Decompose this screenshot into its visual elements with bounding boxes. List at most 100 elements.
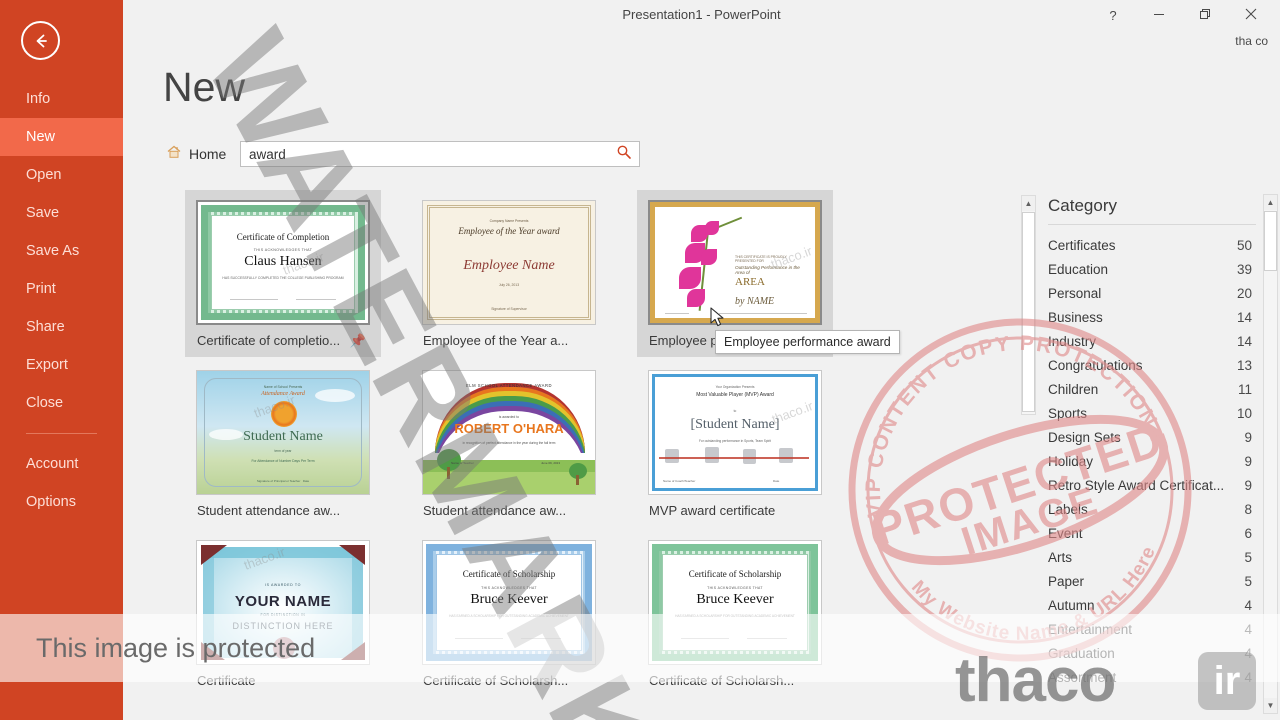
sidebar-item-account[interactable]: Account [0, 445, 123, 483]
template-thumbnail[interactable]: Company Name Presents Employee of the Ye… [422, 200, 596, 325]
scroll-up-arrow-icon[interactable]: ▲ [1022, 196, 1035, 211]
template-label-row: Certificate of Scholarsh... [422, 665, 596, 697]
category-count: 5 [1244, 573, 1252, 589]
template-thumbnail[interactable]: Certificate of Completion THIS ACKNOWLED… [196, 200, 370, 325]
search-button[interactable] [609, 142, 639, 166]
category-count: 5 [1244, 549, 1252, 565]
template-search-box[interactable] [240, 141, 640, 167]
category-item-personal[interactable]: Personal 20 [1040, 281, 1264, 305]
template-card-employee-of-the-year[interactable]: Company Name Presents Employee of the Ye… [411, 190, 607, 357]
sidebar-item-label: Options [26, 494, 76, 510]
question-mark-icon: ? [1109, 7, 1117, 23]
sidebar-item-save-as[interactable]: Save As [0, 232, 123, 270]
category-item-sports[interactable]: Sports 10 [1040, 401, 1264, 425]
scrollbar-thumb[interactable] [1022, 212, 1035, 412]
sidebar-item-save[interactable]: Save [0, 194, 123, 232]
category-item-business[interactable]: Business 14 [1040, 305, 1264, 329]
category-item-event[interactable]: Event 6 [1040, 521, 1264, 545]
sidebar-item-new[interactable]: New [0, 118, 123, 156]
sidebar-item-share[interactable]: Share [0, 308, 123, 346]
template-label: MVP award certificate [649, 503, 776, 518]
close-button[interactable] [1228, 0, 1274, 30]
sidebar-item-print[interactable]: Print [0, 270, 123, 308]
sidebar-item-export[interactable]: Export [0, 346, 123, 384]
template-label: Student attendance aw... [197, 503, 341, 518]
category-item-design-sets[interactable]: Design Sets 9 [1040, 425, 1264, 449]
minimize-button[interactable] [1136, 0, 1182, 30]
thumb-subtext: Your Organization Presents [715, 385, 755, 389]
certificate-art-sky-student: Name of School Presents Attendance Award… [197, 371, 369, 494]
category-label: Congratulations [1048, 357, 1143, 373]
template-label-row: Student attendance aw... [196, 495, 370, 527]
category-count: 14 [1236, 333, 1252, 349]
template-thumbnail[interactable]: Certificate of Scholarship THIS ACKNOWLE… [648, 540, 822, 665]
scrollbar-thumb[interactable] [1264, 211, 1277, 271]
sidebar-item-info[interactable]: Info [0, 80, 123, 118]
category-count: 50 [1236, 237, 1252, 253]
certificate-art-teal-yourname: IS AWARDED TO YOUR NAME FOR DISTINCTION … [197, 541, 369, 664]
category-label: Industry [1048, 333, 1097, 349]
category-item-assortment[interactable]: Assortment 4 [1040, 665, 1264, 689]
category-item-entertainment[interactable]: Entertainment 4 [1040, 617, 1264, 641]
search-input[interactable] [241, 146, 609, 162]
thumb-body: HAS SUCCESSFULLY COMPLETED THE COLLEGE P… [222, 276, 344, 280]
thumb-subtext: THIS ACKNOWLEDGES THAT [481, 586, 537, 590]
sidebar-item-label: Export [26, 357, 68, 373]
template-card-certificate-of-scholarship-green[interactable]: Certificate of Scholarship THIS ACKNOWLE… [637, 530, 833, 697]
sidebar-item-close[interactable]: Close [0, 384, 123, 422]
template-card-student-attendance-rainbow[interactable]: ELM SCHOOL ATTENDANCE AWARD is awarded t… [411, 360, 607, 527]
thumb-name: AREA [735, 276, 765, 288]
sidebar-item-options[interactable]: Options [0, 483, 123, 521]
pin-icon[interactable]: 📌 [350, 325, 366, 357]
thumb-subtext: THIS CERTIFICATE IS PROUDLY PRESENTED FO… [735, 255, 787, 263]
category-item-congratulations[interactable]: Congratulations 13 [1040, 353, 1264, 377]
thumb-body: DISTINCTION HERE [232, 621, 334, 631]
template-grid-scrollbar[interactable]: ▲ [1021, 195, 1036, 415]
close-icon [1245, 8, 1257, 23]
category-label: Event [1048, 525, 1083, 541]
template-card-certificate-of-scholarship-blue[interactable]: Certificate of Scholarship THIS ACKNOWLE… [411, 530, 607, 697]
template-thumbnail[interactable]: IS AWARDED TO YOUR NAME FOR DISTINCTION … [196, 540, 370, 665]
category-item-retro-style-award-certificates[interactable]: Retro Style Award Certificat... 9 [1040, 473, 1264, 497]
category-item-arts[interactable]: Arts 5 [1040, 545, 1264, 569]
template-card-student-attendance-sky[interactable]: Name of School Presents Attendance Award… [185, 360, 381, 527]
certificate-art-blue-scholarship: Certificate of Scholarship THIS ACKNOWLE… [423, 541, 595, 664]
template-card-certificate-of-completion[interactable]: Certificate of Completion THIS ACKNOWLED… [185, 190, 381, 357]
category-item-autumn[interactable]: Autumn 4 [1040, 593, 1264, 617]
category-item-certificates[interactable]: Certificates 50 [1040, 233, 1264, 257]
restore-button[interactable] [1182, 0, 1228, 30]
sidebar-item-label: New [26, 129, 56, 145]
template-card-certificate[interactable]: IS AWARDED TO YOUR NAME FOR DISTINCTION … [185, 530, 381, 697]
category-item-industry[interactable]: Industry 14 [1040, 329, 1264, 353]
help-button[interactable]: ? [1090, 0, 1136, 30]
category-panel-scrollbar[interactable]: ▲ ▼ [1263, 194, 1278, 714]
thumb-body: For Attendance of Number Days Per Term [251, 459, 315, 463]
category-item-labels[interactable]: Labels 8 [1040, 497, 1264, 521]
thumb-name: Student Name [243, 429, 323, 444]
sidebar-item-open[interactable]: Open [0, 156, 123, 194]
template-thumbnail[interactable]: ELM SCHOOL ATTENDANCE AWARD is awarded t… [422, 370, 596, 495]
back-button[interactable] [21, 21, 60, 60]
home-icon [166, 144, 182, 163]
home-link[interactable]: Home [166, 144, 226, 163]
template-thumbnail[interactable]: Name of School Presents Attendance Award… [196, 370, 370, 495]
category-item-children[interactable]: Children 11 [1040, 377, 1264, 401]
certificate-art-green-completion: Certificate of Completion THIS ACKNOWLED… [198, 202, 368, 323]
thumb-heading: ELM SCHOOL ATTENDANCE AWARD [465, 383, 553, 388]
scroll-up-arrow-icon[interactable]: ▲ [1264, 195, 1277, 210]
template-thumbnail[interactable]: THIS CERTIFICATE IS PROUDLY PRESENTED FO… [648, 200, 822, 325]
account-user-name[interactable]: tha co [1235, 34, 1268, 48]
scroll-down-arrow-icon[interactable]: ▼ [1264, 698, 1277, 713]
template-label: Student attendance aw... [423, 503, 567, 518]
category-item-holiday[interactable]: Holiday 9 [1040, 449, 1264, 473]
template-label: Certificate of Scholarsh... [649, 673, 795, 688]
category-item-graduation[interactable]: Graduation 4 [1040, 641, 1264, 665]
template-thumbnail[interactable]: Certificate of Scholarship THIS ACKNOWLE… [422, 540, 596, 665]
thumb-body: Signature of Supervisor [491, 307, 527, 311]
template-thumbnail[interactable]: Your Organization Presents Most Valuable… [648, 370, 822, 495]
thumb-heading: FOR DISTINCTION IN [260, 613, 306, 617]
category-item-paper[interactable]: Paper 5 [1040, 569, 1264, 593]
template-card-mvp-award[interactable]: Your Organization Presents Most Valuable… [637, 360, 833, 527]
category-item-education[interactable]: Education 39 [1040, 257, 1264, 281]
template-label-row: MVP award certificate [648, 495, 822, 527]
